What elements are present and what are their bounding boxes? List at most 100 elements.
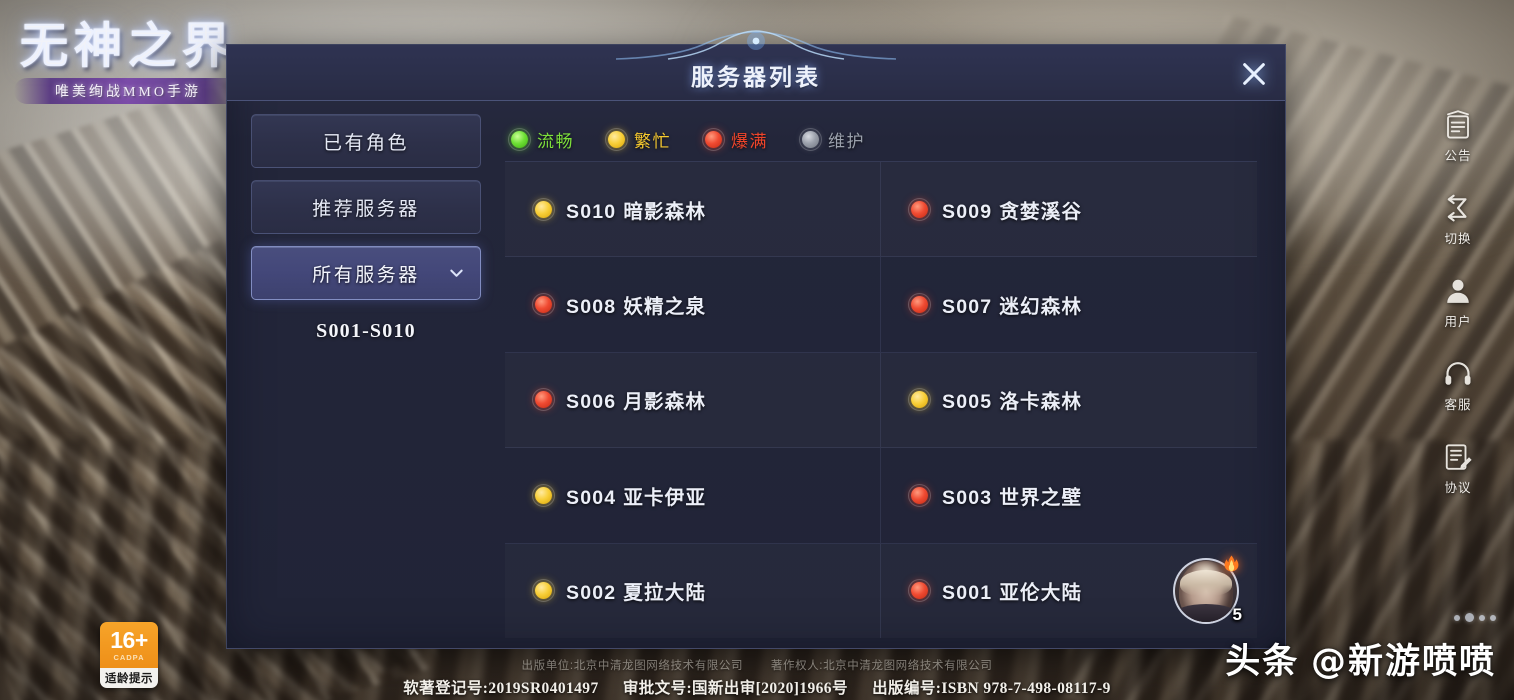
- announcement-icon: [1439, 108, 1477, 142]
- age-rating-value: 16+: [110, 626, 148, 653]
- legend-label-full: 爆满: [731, 131, 768, 151]
- server-item-s006[interactable]: S006 月影森林: [505, 352, 881, 449]
- flame-crest-icon: [1224, 555, 1239, 572]
- server-item-s010[interactable]: S010 暗影森林: [505, 162, 881, 258]
- sidebar-item-all-servers[interactable]: 所有服务器: [251, 246, 481, 300]
- server-id: S001: [942, 582, 993, 605]
- server-list-dialog: 服务器列表 已有角色 推荐服务器 所有服务器 S001-S010 流畅 繁忙 爆…: [226, 30, 1286, 650]
- sidebar-label-all-servers: 所有服务器: [312, 264, 420, 286]
- game-tagline: 唯美绚战MMO手游: [14, 78, 242, 104]
- rail-item-switch[interactable]: 切换: [1427, 191, 1489, 247]
- sidebar-label-existing-character: 已有角色: [322, 132, 409, 154]
- rail-label-user: 用户: [1444, 315, 1472, 329]
- rail-label-agreement: 协议: [1444, 481, 1472, 495]
- server-title: 妖精之泉: [623, 296, 707, 319]
- server-status-dot: [532, 293, 555, 317]
- server-name-label: S003 世界之壁: [942, 481, 1082, 510]
- dialog-title: 服务器列表: [691, 64, 821, 90]
- server-name-label: S005 洛卡森林: [942, 385, 1082, 414]
- game-title: 无神之界: [19, 20, 236, 74]
- dialog-body: 已有角色 推荐服务器 所有服务器 S001-S010 流畅 繁忙 爆满 维护 S…: [227, 101, 1285, 650]
- status-dot-green: [508, 127, 531, 151]
- server-id: S010: [566, 200, 617, 223]
- status-dot-red: [702, 127, 725, 151]
- server-title: 暗影森林: [623, 200, 707, 223]
- server-name-label: S009 贪婪溪谷: [942, 195, 1082, 224]
- server-item-s005[interactable]: S005 洛卡森林: [881, 353, 1257, 449]
- game-logo: 无神之界 唯美绚战MMO手游: [14, 18, 242, 122]
- sidebar-item-existing-character[interactable]: 已有角色: [251, 114, 481, 168]
- server-item-s008[interactable]: S008 妖精之泉: [505, 257, 881, 353]
- legend-label-maintenance: 维护: [828, 131, 865, 151]
- server-id: S004: [566, 486, 617, 509]
- agreement-icon: [1439, 440, 1477, 474]
- sidebar-item-recommended-servers[interactable]: 推荐服务器: [251, 180, 481, 234]
- rail-item-user[interactable]: 用户: [1427, 274, 1489, 330]
- server-id: S006: [566, 391, 617, 414]
- server-status-dot: [532, 197, 555, 221]
- character-badge[interactable]: 5: [1173, 555, 1242, 624]
- rail-label-support: 客服: [1444, 398, 1472, 412]
- dot-small-3: [1490, 614, 1496, 621]
- server-item-s007[interactable]: S007 迷幻森林: [881, 257, 1257, 353]
- character-level: 5: [1232, 604, 1242, 624]
- server-name-label: S008 妖精之泉: [566, 290, 706, 319]
- server-id: S005: [942, 391, 993, 414]
- server-grid: S010 暗影森林 S009 贪婪溪谷 S008 妖精之泉 S007 迷幻森林: [505, 161, 1257, 638]
- rail-item-support[interactable]: 客服: [1427, 357, 1489, 413]
- dot-large: [1465, 613, 1474, 622]
- server-item-s004[interactable]: S004 亚卡伊亚: [505, 448, 881, 544]
- server-id: S008: [566, 296, 617, 319]
- switch-icon: [1439, 191, 1477, 225]
- server-item-s001[interactable]: S001 亚伦大陆 5: [881, 544, 1257, 638]
- server-title: 贪婪溪谷: [999, 200, 1083, 223]
- avatar-shoulder: [1175, 603, 1237, 622]
- server-title: 亚卡伊亚: [623, 486, 707, 509]
- server-status-dot: [908, 293, 931, 317]
- status-dot-yellow: [605, 127, 628, 151]
- server-title: 月影森林: [623, 391, 707, 414]
- server-name-label: S004 亚卡伊亚: [566, 481, 706, 510]
- server-status-dot: [908, 579, 931, 603]
- server-status-dot: [532, 579, 555, 603]
- server-id: S003: [942, 486, 993, 509]
- chevron-down-icon: [450, 269, 463, 277]
- server-name-label: S006 月影森林: [566, 385, 706, 414]
- legend-item-full: 爆满: [702, 127, 768, 152]
- status-legend: 流畅 繁忙 爆满 维护: [505, 117, 1257, 161]
- watermark-handle: 新游喷喷: [1347, 642, 1496, 681]
- server-name-label: S010 暗影森林: [566, 195, 706, 224]
- server-title: 洛卡森林: [999, 391, 1083, 414]
- server-title: 亚伦大陆: [999, 582, 1083, 605]
- close-button[interactable]: [1235, 55, 1273, 93]
- server-item-s009[interactable]: S009 贪婪溪谷: [881, 162, 1257, 258]
- dialog-header: 服务器列表: [227, 30, 1285, 101]
- rail-item-agreement[interactable]: 协议: [1427, 440, 1489, 496]
- server-status-dot: [908, 197, 931, 221]
- server-item-s002[interactable]: S002 夏拉大陆: [505, 543, 881, 638]
- server-id: S002: [566, 582, 617, 605]
- rail-label-announcement: 公告: [1444, 149, 1472, 163]
- legend-item-smooth: 流畅: [508, 127, 574, 152]
- legend-label-smooth: 流畅: [537, 131, 574, 151]
- server-name-label: S002 夏拉大陆: [566, 576, 706, 605]
- server-title: 世界之壁: [999, 486, 1083, 509]
- server-panel: 流畅 繁忙 爆满 维护 S010 暗影森林 S009 贪婪溪谷 S008 妖精之…: [505, 101, 1285, 650]
- server-title: 夏拉大陆: [623, 582, 707, 605]
- server-item-s003[interactable]: S003 世界之壁: [881, 448, 1257, 544]
- server-status-dot: [532, 388, 555, 412]
- rail-item-announcement[interactable]: 公告: [1427, 108, 1489, 164]
- rail-label-switch: 切换: [1444, 232, 1472, 246]
- watermark-at: @: [1310, 642, 1348, 682]
- age-rating-badge: 16+ CADPA 适龄提示: [100, 622, 158, 688]
- class-icon: [1219, 553, 1244, 578]
- watermark: 头条 @新游喷喷: [1225, 633, 1496, 684]
- headset-icon: [1439, 357, 1477, 391]
- legend-item-busy: 繁忙: [605, 127, 671, 152]
- sidebar-subitem-server-range[interactable]: S001-S010: [251, 310, 481, 352]
- server-status-dot: [908, 388, 931, 412]
- server-name-label: S001 亚伦大陆: [942, 576, 1082, 605]
- right-icon-rail: 公告 切换 用户 客服 协议: [1408, 108, 1508, 496]
- sidebar-label-recommended-servers: 推荐服务器: [312, 198, 420, 220]
- server-id: S009: [942, 200, 993, 223]
